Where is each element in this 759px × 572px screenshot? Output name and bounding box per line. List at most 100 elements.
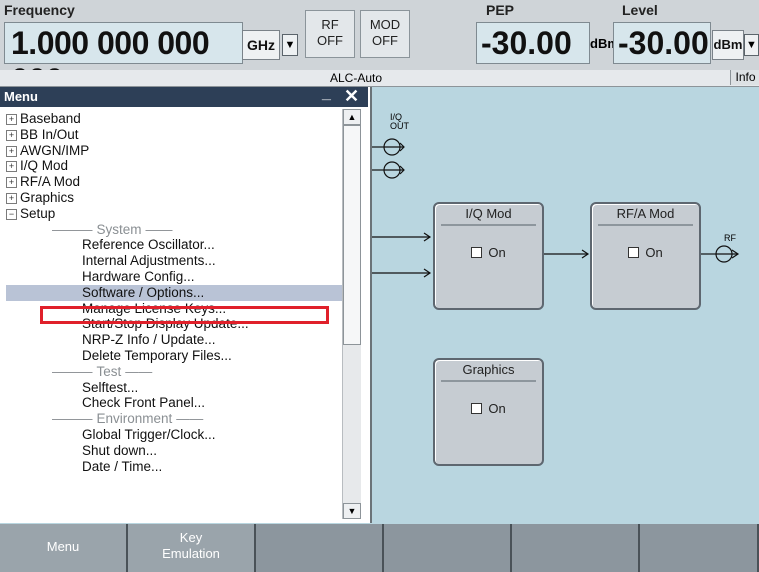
frequency-display[interactable]: 1.000 000 000 000	[4, 22, 243, 98]
menu-title-bar: Menu _ ✕	[0, 85, 368, 107]
graphics-title: Graphics	[441, 360, 536, 382]
menu-item[interactable]: + Graphics	[6, 190, 342, 206]
info-button[interactable]: Info	[730, 70, 759, 85]
menu-item-label: AWGN/IMP	[20, 142, 90, 158]
softkey-5[interactable]	[512, 524, 640, 572]
menu-item[interactable]: Hardware Config...	[6, 269, 342, 285]
menu-item-label: I/Q Mod	[20, 158, 69, 174]
rfa-mod-title: RF/A Mod	[598, 204, 693, 226]
menu-item-label: Environment	[96, 411, 173, 427]
menu-group-header: ——— System ——	[6, 222, 342, 238]
menu-item-label: RF/A Mod	[20, 174, 81, 190]
softkey-3[interactable]	[256, 524, 384, 572]
header-bar: Frequency 1.000 000 000 000 GHz ▼ RF OFF…	[0, 0, 759, 98]
softkey-bar: Menu Key Emulation	[0, 524, 759, 572]
menu-item[interactable]: Internal Adjustments...	[6, 253, 342, 269]
menu-item-label: Shut down...	[82, 442, 158, 458]
pep-display: -30.00	[476, 22, 590, 64]
iq-mod-on-label: On	[488, 245, 506, 260]
alc-status: ALC-Auto	[330, 71, 383, 85]
expand-icon[interactable]: +	[6, 129, 17, 141]
rf-off-button[interactable]: RF OFF	[305, 10, 355, 58]
menu-item[interactable]: + Baseband	[6, 111, 342, 127]
scroll-up-button[interactable]: ▲	[343, 109, 361, 125]
menu-item-label: BB In/Out	[20, 126, 79, 142]
menu-item-label: Baseband	[20, 111, 81, 126]
pep-value: -30.00	[481, 25, 572, 61]
iq-mod-checkbox[interactable]	[471, 247, 483, 259]
menu-group-header: ——— Test ——	[6, 364, 342, 380]
rfa-mod-on-label: On	[645, 245, 663, 260]
menu-item[interactable]: Delete Temporary Files...	[6, 348, 342, 364]
highlight-box	[40, 306, 329, 324]
expand-icon[interactable]: +	[6, 145, 17, 157]
graphics-on-label: On	[488, 401, 506, 416]
softkey-4[interactable]	[384, 524, 512, 572]
menu-item[interactable]: + I/Q Mod	[6, 158, 342, 174]
level-label: Level	[622, 2, 658, 18]
mod-off-button[interactable]: MOD OFF	[360, 10, 410, 58]
scroll-thumb[interactable]	[343, 125, 361, 345]
menu-item[interactable]: − Setup	[6, 206, 342, 222]
menu-item-label: Check Front Panel...	[82, 395, 206, 411]
frequency-unit[interactable]: GHz	[242, 30, 280, 60]
menu-item-label: Selftest...	[82, 379, 139, 395]
group-divider: ———	[52, 411, 93, 427]
level-value: -30.00	[618, 25, 709, 61]
menu-panel: Menu _ ✕ + Baseband + BB In/Out + AWGN/IMP + I/…	[0, 85, 372, 523]
menu-item[interactable]: Reference Oscillator...	[6, 237, 342, 253]
menu-scrollbar[interactable]: ▲ ▼	[342, 109, 361, 519]
expand-icon[interactable]: +	[6, 161, 17, 173]
group-divider: ——	[176, 411, 204, 427]
menu-tree: + Baseband + BB In/Out + AWGN/IMP + I/Q Mod + RF/…	[6, 111, 342, 474]
frequency-unit-dropdown[interactable]: ▼	[282, 34, 298, 56]
collapse-icon[interactable]: −	[6, 208, 17, 220]
group-divider: ——	[145, 221, 173, 237]
menu-item-label: Setup	[20, 205, 56, 221]
group-divider: ———	[52, 221, 93, 237]
menu-item[interactable]: Selftest...	[6, 380, 342, 396]
rfa-mod-block[interactable]: RF/A Mod On	[590, 202, 701, 310]
menu-item-label: Global Trigger/Clock...	[82, 426, 216, 442]
level-display[interactable]: -30.00	[613, 22, 711, 64]
menu-item[interactable]: Software / Options...	[6, 284, 342, 301]
rf-out-label: RF	[724, 233, 736, 243]
menu-title: Menu	[4, 89, 38, 104]
graphics-checkbox[interactable]	[471, 403, 483, 415]
menu-item-label: System	[96, 221, 142, 237]
expand-icon[interactable]: +	[6, 177, 17, 189]
menu-item[interactable]: Date / Time...	[6, 459, 342, 475]
softkey-6[interactable]	[640, 524, 759, 572]
expand-icon[interactable]: +	[6, 192, 17, 204]
chevron-down-icon: ▼	[746, 39, 757, 51]
menu-item[interactable]: NRP-Z Info / Update...	[6, 332, 342, 348]
menu-item-label: Hardware Config...	[82, 268, 195, 284]
softkey-1[interactable]: Menu	[0, 524, 128, 572]
group-divider: ———	[52, 363, 93, 379]
frequency-label: Frequency	[4, 2, 75, 18]
menu-item[interactable]: Global Trigger/Clock...	[6, 427, 342, 443]
menu-item[interactable]: + BB In/Out	[6, 127, 342, 143]
graphics-block[interactable]: Graphics On	[433, 358, 544, 466]
menu-item-label: Reference Oscillator...	[82, 237, 215, 253]
menu-item-label: Date / Time...	[82, 458, 163, 474]
block-diagram: I/Q OUT RF I/Q Mod On RF/A Mod On Graphi…	[370, 87, 759, 523]
menu-item[interactable]: + RF/A Mod	[6, 174, 342, 190]
menu-item-label: NRP-Z Info / Update...	[82, 332, 216, 348]
iq-mod-block[interactable]: I/Q Mod On	[433, 202, 544, 310]
close-icon[interactable]: ✕	[344, 86, 359, 107]
menu-item[interactable]: Shut down...	[6, 443, 342, 459]
rfa-mod-checkbox[interactable]	[628, 247, 640, 259]
chevron-up-icon: ▲	[347, 112, 357, 122]
group-divider: ——	[125, 363, 153, 379]
softkey-2[interactable]: Key Emulation	[128, 524, 256, 572]
status-bar: ALC-Auto Info	[0, 70, 759, 87]
menu-item[interactable]: Check Front Panel...	[6, 395, 342, 411]
menu-item[interactable]: + AWGN/IMP	[6, 143, 342, 159]
menu-item-label: Software / Options...	[82, 284, 205, 300]
minimize-icon[interactable]: _	[322, 85, 331, 103]
expand-icon[interactable]: +	[6, 113, 17, 125]
scroll-down-button[interactable]: ▼	[343, 503, 361, 519]
level-unit-dropdown[interactable]: ▼	[744, 34, 759, 56]
level-unit[interactable]: dBm	[712, 30, 744, 60]
